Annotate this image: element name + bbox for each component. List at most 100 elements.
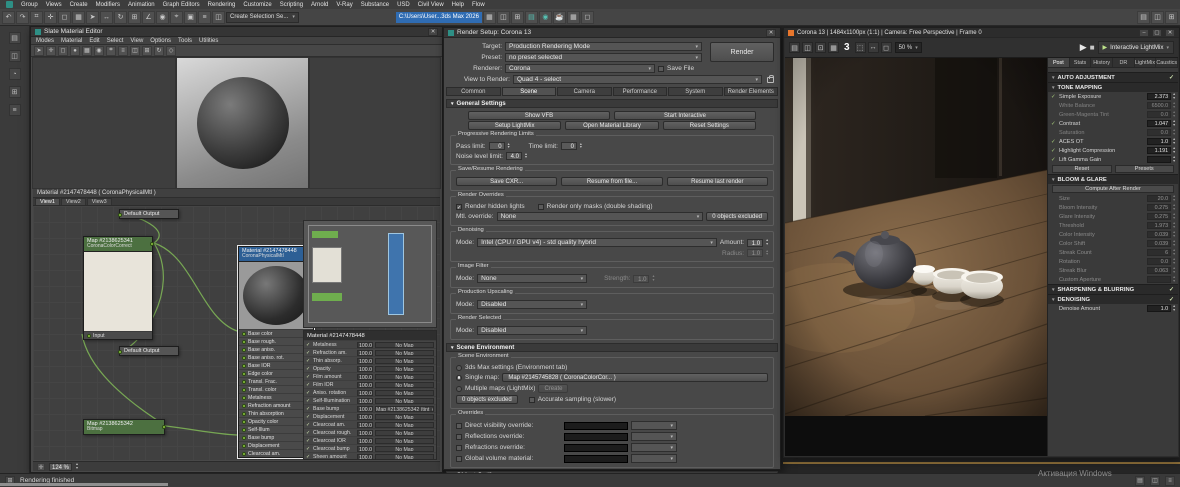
parameter-row[interactable]: ✓ Clearcoat rough. 100.0 No Map xyxy=(304,428,436,437)
app-logo-icon[interactable] xyxy=(6,1,13,8)
material-socket[interactable]: Clearcoat am. xyxy=(239,449,313,458)
param-value-field[interactable]: 100.0 xyxy=(357,373,373,381)
param-enabled-checkbox[interactable]: ✓ xyxy=(306,430,311,436)
accurate-sampling-checkbox[interactable] xyxy=(528,396,535,403)
env-single-map-radio[interactable] xyxy=(456,374,462,381)
tone-presets-button[interactable]: Presets xyxy=(1114,165,1174,173)
view-to-render-dropdown[interactable]: Quad 4 - select xyxy=(513,75,762,84)
material-socket[interactable]: Base IOR xyxy=(239,361,313,370)
stepper-icon[interactable] xyxy=(1173,213,1175,220)
stepper-icon[interactable] xyxy=(1173,111,1175,118)
tone-mapping-row[interactable]: White Balance 6500.0 xyxy=(1048,101,1178,110)
stepper-icon[interactable] xyxy=(1173,93,1175,100)
param-value-field[interactable]: 100.0 xyxy=(357,429,373,437)
toolbar-icon[interactable]: ☕ xyxy=(552,10,566,24)
preset-dropdown[interactable]: no preset selected xyxy=(505,53,702,62)
toolbar-icon[interactable]: ✛ xyxy=(44,10,57,24)
slate-toolbar-icon[interactable]: ➤ xyxy=(34,45,44,56)
node-default-output-1[interactable]: Default Output xyxy=(118,209,179,219)
menu-item[interactable]: USD xyxy=(397,2,410,8)
bloom-glare-row[interactable]: Rotation 0.0 xyxy=(1048,257,1178,266)
stepper-icon[interactable] xyxy=(1173,305,1175,312)
slate-toolbar-icon[interactable]: ▦ xyxy=(82,45,92,56)
parameter-row[interactable]: ✓ Displacement 100.0 No Map xyxy=(304,412,436,421)
material-preview-pane[interactable] xyxy=(176,57,309,189)
vfb-titlebar[interactable]: Corona 13 | 1484x1100px (1:1) | Camera: … xyxy=(784,28,1179,38)
slate-toolbar-icon[interactable]: ◉ xyxy=(94,45,104,56)
slate-menu-item[interactable]: Modes xyxy=(36,38,54,44)
override-map-slot[interactable] xyxy=(564,421,628,430)
override-mode-dropdown[interactable] xyxy=(631,443,677,452)
param-map-button[interactable]: No Map xyxy=(375,445,434,452)
row-value-field[interactable]: 0.0 xyxy=(1147,111,1172,118)
toolbar-icon[interactable]: ⌖ xyxy=(170,10,183,24)
param-map-button[interactable]: No Map xyxy=(375,413,434,420)
bloom-glare-row[interactable]: Threshold 1.973 xyxy=(1048,221,1178,230)
stepper-icon[interactable] xyxy=(1173,138,1175,145)
material-override-slot[interactable]: None xyxy=(496,212,704,221)
param-enabled-checkbox[interactable]: ✓ xyxy=(306,366,311,372)
section-bloom-glare[interactable]: BLOOM & GLARE xyxy=(1048,174,1178,184)
row-enabled-checkbox[interactable]: ✓ xyxy=(1051,94,1057,100)
denoise-radius-input[interactable]: 1.0 xyxy=(747,249,764,257)
vfb-toolbar-icon[interactable]: ▤ xyxy=(789,42,800,53)
param-map-button[interactable]: No Map xyxy=(375,357,434,364)
vfb-panel-tab[interactable]: Post xyxy=(1048,58,1070,67)
parameter-row[interactable]: ✓ Thin absorp. 100.0 No Map xyxy=(304,356,436,365)
slate-menu-item[interactable]: Tools xyxy=(178,38,192,44)
stepper-icon[interactable] xyxy=(508,143,510,150)
zoom-stepper-icon[interactable] xyxy=(76,463,78,470)
slate-toolbar-icon[interactable]: ↻ xyxy=(154,45,164,56)
tone-mapping-row[interactable]: ✓ Lift Gamma Gain xyxy=(1048,155,1178,164)
param-map-button[interactable]: No Map xyxy=(375,365,434,372)
maximize-icon[interactable] xyxy=(1152,28,1162,37)
row-enabled-checkbox[interactable]: ✓ xyxy=(1051,121,1057,127)
rollout-general-settings[interactable]: General Settings xyxy=(446,99,778,108)
noise-limit-input[interactable]: 4.0 xyxy=(505,152,522,160)
denoise-row[interactable]: Denoise Amount 1.0 xyxy=(1048,304,1178,313)
env-map-slot[interactable]: Map #2145745828 ( CoronaColorCor... ) xyxy=(502,373,768,382)
denoise-mode-dropdown[interactable]: Intel (CPU / GPU v4) - std quality hybri… xyxy=(477,238,717,247)
toolbar-icon[interactable]: ▤ xyxy=(524,10,538,24)
stepper-icon[interactable] xyxy=(766,250,768,257)
row-value-field[interactable]: 0.275 xyxy=(1147,213,1172,220)
bloom-glare-row[interactable]: Color Intensity 0.039 xyxy=(1048,230,1178,239)
close-icon[interactable] xyxy=(1165,28,1175,37)
side-toolbar-icon[interactable]: ◫ xyxy=(8,50,21,62)
row-value-field[interactable]: 1.0 xyxy=(1147,138,1172,145)
menu-item[interactable]: Rendering xyxy=(208,2,236,8)
param-value-field[interactable]: 100.0 xyxy=(357,349,373,357)
param-value-field[interactable]: 100.0 xyxy=(357,389,373,397)
toolbar-icon[interactable]: ↔ xyxy=(100,10,113,24)
parameter-row[interactable]: ✓ Metalness 100.0 No Map xyxy=(304,340,436,349)
node-bitmap[interactable]: Map #2138625342 Bitmap xyxy=(83,419,166,436)
zoom-dropdown[interactable]: 50 % xyxy=(894,42,922,53)
toolbar-icon[interactable]: ◻ xyxy=(58,10,71,24)
stepper-icon[interactable] xyxy=(652,275,654,282)
pan-icon[interactable]: ✛ xyxy=(37,462,45,471)
row-enabled-checkbox[interactable]: ✓ xyxy=(1051,148,1057,154)
vfb-toolbar-icon[interactable]: ◻ xyxy=(880,42,892,53)
override-exclude-button[interactable]: 0 objects excluded xyxy=(706,212,768,221)
menu-item[interactable]: Modifiers xyxy=(96,2,120,8)
toolbar-icon[interactable]: ▦ xyxy=(72,10,85,24)
save-resume-button[interactable]: Resume last render xyxy=(666,177,768,186)
view-tab[interactable]: View2 xyxy=(60,198,86,205)
param-map-button[interactable]: No Map xyxy=(375,437,434,444)
menu-item[interactable]: Group xyxy=(21,2,38,8)
stop-icon[interactable] xyxy=(1090,43,1095,52)
stepper-icon[interactable] xyxy=(1173,222,1175,229)
param-value-field[interactable]: 100.0 xyxy=(357,445,373,453)
vfb-toolbar-icon[interactable]: ⊡ xyxy=(815,42,826,53)
material-socket[interactable]: Base aniso. xyxy=(239,345,313,354)
toolbar-icon[interactable]: ⌗ xyxy=(30,10,43,24)
close-icon[interactable] xyxy=(766,28,776,37)
menu-item[interactable]: Scripting xyxy=(280,2,303,8)
view-tab[interactable]: View1 xyxy=(35,198,60,205)
row-value-field[interactable]: 0.039 xyxy=(1147,231,1172,238)
tone-reset-button[interactable]: Reset xyxy=(1052,165,1112,173)
target-dropdown[interactable]: Production Rendering Mode xyxy=(505,42,702,51)
filter-strength-input[interactable]: 1.0 xyxy=(633,274,650,283)
toolbar-icon[interactable]: ↶ xyxy=(2,10,15,24)
node-default-output-2[interactable]: Default Output xyxy=(118,346,179,356)
